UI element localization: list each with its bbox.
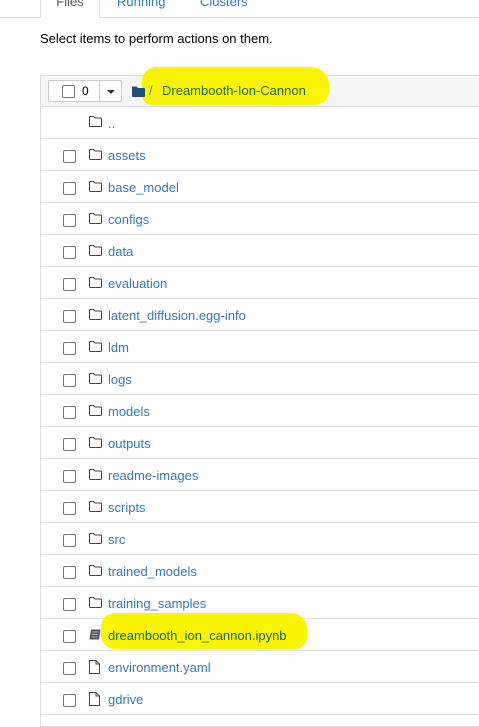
folder-icon: [89, 564, 102, 579]
item-name-link[interactable]: gdrive: [108, 692, 143, 707]
item-checkbox[interactable]: [63, 310, 76, 323]
list-item[interactable]: latent_diffusion.egg-info: [41, 299, 479, 331]
select-all-dropdown[interactable]: 0: [48, 80, 122, 102]
selection-notice: Select items to perform actions on them.: [40, 31, 273, 46]
select-all-checkbox[interactable]: [62, 85, 75, 98]
item-name-link[interactable]: training_samples: [108, 596, 206, 611]
file-icon: [89, 692, 100, 709]
folder-icon: [89, 436, 102, 451]
item-name-link[interactable]: data: [108, 244, 133, 259]
item-checkbox[interactable]: [63, 278, 76, 291]
list-item[interactable]: assets: [41, 139, 479, 171]
item-name-link[interactable]: ..: [108, 116, 115, 131]
folder-icon: [89, 308, 102, 323]
item-name-link[interactable]: logs: [108, 372, 132, 387]
item-name-link[interactable]: ldm: [108, 340, 129, 355]
list-toolbar: 0 / Dreambooth-Ion-Cannon: [41, 67, 479, 107]
list-item[interactable]: gdrive: [41, 683, 479, 715]
folder-icon: [89, 212, 102, 227]
list-item[interactable]: base_model: [41, 171, 479, 203]
item-name-link[interactable]: dreambooth_ion_cannon.ipynb: [108, 628, 287, 643]
parent-directory-row[interactable]: ..: [41, 107, 479, 139]
item-checkbox[interactable]: [63, 214, 76, 227]
list-item[interactable]: data: [41, 235, 479, 267]
item-checkbox[interactable]: [63, 662, 76, 675]
list-item[interactable]: outputs: [41, 427, 479, 459]
list-item[interactable]: trained_models: [41, 555, 479, 587]
folder-icon: [89, 532, 102, 547]
item-name-link[interactable]: evaluation: [108, 276, 167, 291]
list-item[interactable]: ldm: [41, 331, 479, 363]
tab-bar: Files Running Clusters: [0, 0, 479, 18]
breadcrumb-separator: /: [149, 83, 153, 98]
item-checkbox[interactable]: [63, 502, 76, 515]
item-checkbox[interactable]: [63, 470, 76, 483]
item-checkbox[interactable]: [63, 694, 76, 707]
list-item[interactable]: logs: [41, 363, 479, 395]
list-item[interactable]: scripts: [41, 491, 479, 523]
divider: [99, 81, 100, 101]
tab-running[interactable]: Running: [117, 0, 165, 16]
item-checkbox[interactable]: [63, 438, 76, 451]
chevron-down-icon[interactable]: [107, 90, 115, 94]
item-name-link[interactable]: scripts: [108, 500, 146, 515]
file-icon: [89, 660, 100, 677]
item-checkbox[interactable]: [63, 534, 76, 547]
item-checkbox[interactable]: [63, 342, 76, 355]
list-item[interactable]: models: [41, 395, 479, 427]
item-checkbox[interactable]: [63, 406, 76, 419]
item-name-link[interactable]: latent_diffusion.egg-info: [108, 308, 246, 323]
item-name-link[interactable]: assets: [108, 148, 146, 163]
folder-icon: [89, 115, 102, 130]
folder-home-icon[interactable]: [132, 85, 145, 100]
breadcrumb-current-folder[interactable]: Dreambooth-Ion-Cannon: [162, 83, 306, 98]
item-checkbox[interactable]: [63, 598, 76, 611]
item-name-link[interactable]: environment.yaml: [108, 660, 211, 675]
selected-count: 0: [82, 84, 89, 98]
folder-icon: [89, 500, 102, 515]
file-list: 0 / Dreambooth-Ion-Cannon .. assets base_m…: [40, 67, 479, 727]
item-name-link[interactable]: trained_models: [108, 564, 197, 579]
item-name-link[interactable]: configs: [108, 212, 149, 227]
item-name-link[interactable]: src: [108, 532, 125, 547]
list-item[interactable]: environment.yaml: [41, 651, 479, 683]
item-name-link[interactable]: readme-images: [108, 468, 198, 483]
list-item[interactable]: src: [41, 523, 479, 555]
list-item[interactable]: readme-images: [41, 459, 479, 491]
folder-icon: [89, 180, 102, 195]
folder-icon: [89, 372, 102, 387]
tab-files[interactable]: Files: [40, 0, 100, 18]
list-item[interactable]: configs: [41, 203, 479, 235]
folder-icon: [89, 340, 102, 355]
tab-clusters[interactable]: Clusters: [200, 0, 248, 16]
file-rows: .. assets base_modelconfigs data evaluation l…: [41, 107, 479, 715]
list-item[interactable]: dreambooth_ion_cannon.ipynb: [41, 613, 479, 651]
item-checkbox[interactable]: [63, 150, 76, 163]
item-checkbox[interactable]: [63, 630, 76, 643]
folder-icon: [89, 468, 102, 483]
folder-icon: [89, 276, 102, 291]
item-name-link[interactable]: base_model: [108, 180, 179, 195]
item-checkbox[interactable]: [63, 374, 76, 387]
item-checkbox[interactable]: [63, 182, 76, 195]
item-name-link[interactable]: outputs: [108, 436, 151, 451]
folder-icon: [89, 404, 102, 419]
item-checkbox[interactable]: [63, 566, 76, 579]
item-name-link[interactable]: models: [108, 404, 150, 419]
folder-icon: [89, 148, 102, 163]
item-checkbox[interactable]: [63, 246, 76, 259]
list-item[interactable]: evaluation: [41, 267, 479, 299]
folder-icon: [89, 596, 102, 611]
folder-icon: [89, 244, 102, 259]
notebook-icon: [89, 628, 101, 643]
